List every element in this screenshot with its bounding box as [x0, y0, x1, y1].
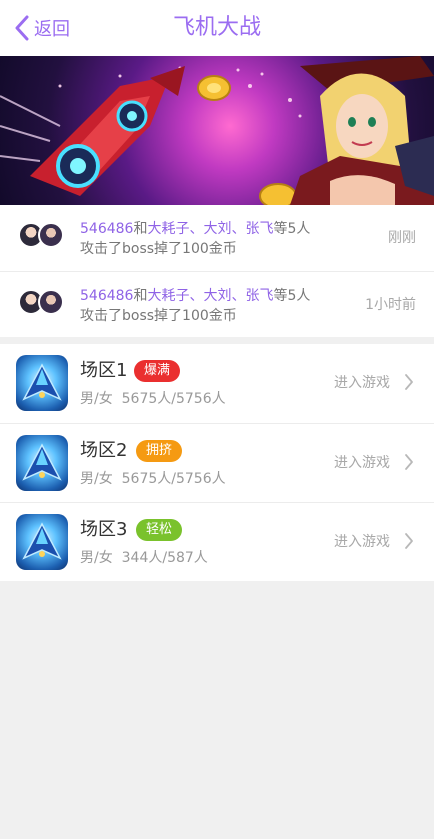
- zone-game-icon: [16, 355, 68, 411]
- status-badge: 轻松: [136, 519, 183, 541]
- activity-item: 546486和大耗子、大刘、张飞等5人 攻击了boss掉了100金币 1小时前: [0, 271, 434, 337]
- activity-description: 攻击了boss掉了100金币: [80, 241, 237, 257]
- zone-population: 男/女 5675人/5756人: [80, 471, 226, 487]
- enter-game-button[interactable]: 进入游戏: [334, 370, 414, 394]
- status-badge: 拥挤: [136, 440, 183, 462]
- player-names: 大耗子、大刘、张飞: [147, 288, 274, 304]
- activity-item: 546486和大耗子、大刘、张飞等5人 攻击了boss掉了100金币 刚刚: [0, 205, 434, 271]
- activity-description: 攻击了boss掉了100金币: [80, 308, 237, 324]
- pirate-girl-art: [290, 56, 434, 205]
- activity-time: 刚刚: [388, 230, 416, 246]
- activity-players: 546486和大耗子、大刘、张飞等5人: [80, 221, 311, 237]
- back-label: 返回: [34, 19, 70, 40]
- enter-game-button[interactable]: 进入游戏: [334, 450, 414, 474]
- banner-artwork: [0, 56, 434, 205]
- zone-game-icon: [16, 514, 68, 570]
- zone-item-1[interactable]: 场区1 爆满 男/女 5675人/5756人 进入游戏: [0, 344, 434, 423]
- player-id: 546486: [80, 221, 134, 237]
- activity-time: 1小时前: [365, 297, 416, 313]
- avatar: [38, 289, 64, 315]
- zone-game-icon: [16, 435, 68, 491]
- zone-name: 场区1: [80, 360, 128, 381]
- spaceship-art: [30, 66, 185, 196]
- chevron-right-icon: [405, 454, 413, 470]
- zone-name: 场区3: [80, 519, 128, 540]
- enter-game-button[interactable]: 进入游戏: [334, 529, 414, 553]
- coins-art: [197, 75, 297, 205]
- zone-population: 男/女 344人/587人: [80, 550, 208, 566]
- chevron-right-icon: [405, 533, 413, 549]
- status-badge: 爆满: [134, 360, 181, 382]
- avatar-group: [18, 222, 66, 248]
- enter-game-label: 进入游戏: [334, 375, 390, 391]
- activity-players: 546486和大耗子、大刘、张飞等5人: [80, 288, 311, 304]
- back-button[interactable]: 返回: [14, 12, 70, 44]
- nav-bar: 返回 飞机大战: [0, 0, 434, 56]
- chevron-right-icon: [405, 374, 413, 390]
- zone-name: 场区2: [80, 440, 128, 461]
- zone-population: 男/女 5675人/5756人: [80, 391, 226, 407]
- enter-game-label: 进入游戏: [334, 455, 390, 471]
- zone-list: 场区1 爆满 男/女 5675人/5756人 进入游戏 场区2 拥挤 男/女 5…: [0, 344, 434, 581]
- activity-feed: 546486和大耗子、大刘、张飞等5人 攻击了boss掉了100金币 刚刚 54…: [0, 205, 434, 337]
- zone-item-3[interactable]: 场区3 轻松 男/女 344人/587人 进入游戏: [0, 502, 434, 581]
- player-names: 大耗子、大刘、张飞: [147, 221, 274, 237]
- zone-item-2[interactable]: 场区2 拥挤 男/女 5675人/5756人 进入游戏: [0, 423, 434, 502]
- player-id: 546486: [80, 288, 134, 304]
- avatar-group: [18, 289, 66, 315]
- enter-game-label: 进入游戏: [334, 534, 390, 550]
- avatar: [38, 222, 64, 248]
- chevron-left-icon: [15, 15, 29, 41]
- game-banner[interactable]: [0, 56, 434, 205]
